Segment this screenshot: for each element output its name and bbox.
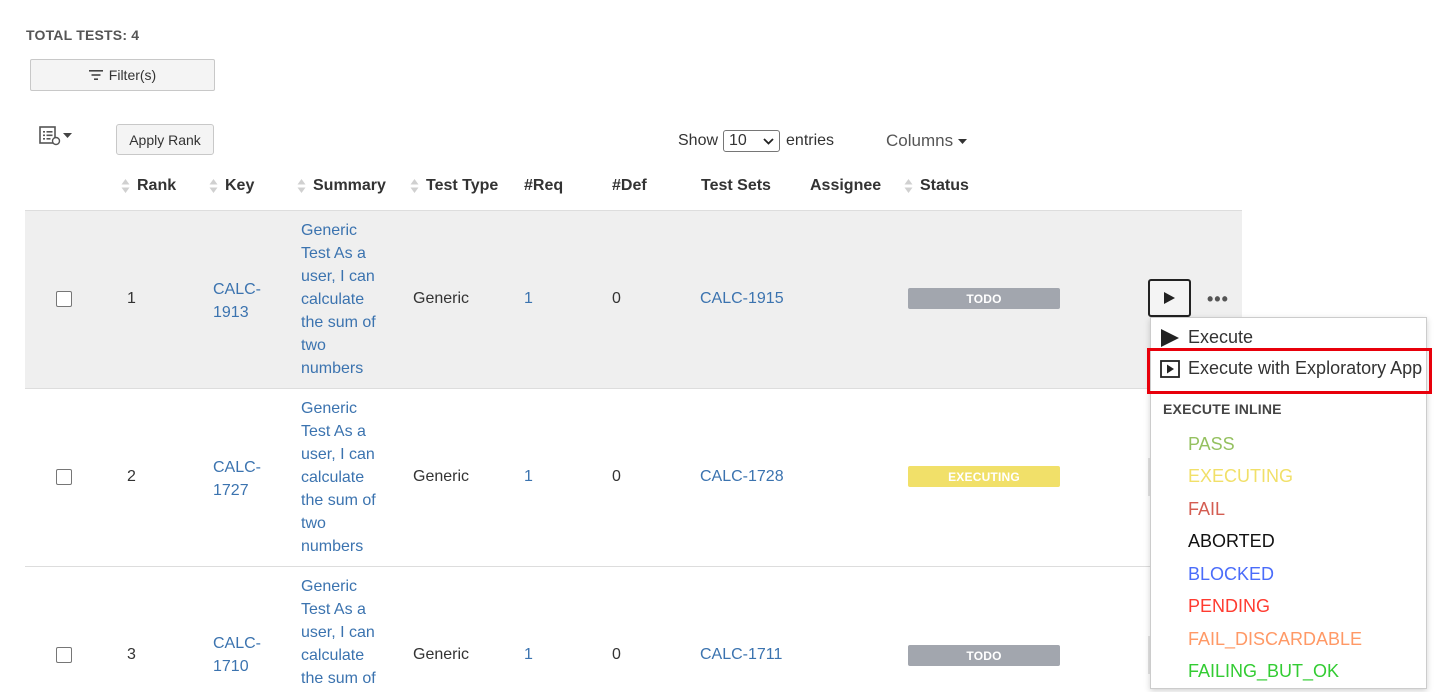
test-set-link[interactable]: CALC-1711 [700,646,782,664]
sort-icon [297,179,306,193]
entries-select[interactable]: 10 [723,130,781,152]
execute-button[interactable] [1148,279,1191,317]
menu-item-execute[interactable]: Execute [1160,327,1253,348]
status-option-failing-but-ok[interactable]: FAILING_BUT_OK [1188,661,1339,682]
summary-link[interactable]: Generic Test As a user, I can calculate the … [301,575,391,690]
column-picker-button[interactable] [39,126,72,146]
play-icon [1161,328,1179,347]
rank-cell: 2 [127,468,136,485]
filter-button[interactable]: Filter(s) [30,59,215,91]
column-header-rank[interactable]: Rank [121,177,176,195]
entries-select-value: 10 [729,132,747,149]
test-type-cell: Generic [413,646,470,663]
status-badge: EXECUTING [908,466,1060,487]
menu-item-execute-label: Execute [1188,327,1254,347]
status-option-blocked[interactable]: BLOCKED [1188,564,1274,585]
summary-link[interactable]: Generic Test As a user, I can calculate the … [301,397,391,558]
entries-label: entries [786,132,835,149]
column-header-label: Test Sets [701,177,771,194]
column-header-test-type[interactable]: Test Type [410,177,498,195]
req-count-link[interactable]: 1 [524,646,533,664]
req-count-link[interactable]: 1 [524,468,533,486]
play-icon [1164,292,1175,304]
column-header-key[interactable]: Key [209,177,254,195]
filter-label: Filter(s) [108,67,157,83]
column-header-status[interactable]: Status [904,177,969,195]
show-label: Show [678,132,719,149]
row-checkbox[interactable] [56,291,72,307]
execute-inline-heading: EXECUTE INLINE [1163,401,1282,417]
test-type-cell: Generic [413,290,470,307]
test-set-link[interactable]: CALC-1915 [700,290,784,308]
row-checkbox[interactable] [56,647,72,663]
columns-label: Columns [886,131,954,150]
test-set-link[interactable]: CALC-1728 [700,468,784,486]
show-entries-control: Show 10 entries [678,130,834,152]
column-header-label: Assignee [810,177,882,194]
column-header-assignee[interactable]: Assignee [810,177,881,195]
test-key-link[interactable]: CALC- 1710 [213,632,261,678]
req-count-link[interactable]: 1 [524,290,533,308]
column-header-label: Test Type [426,177,499,194]
column-header-label: #Req [524,177,564,194]
status-option-pass[interactable]: PASS [1188,434,1235,455]
column-header-summary[interactable]: Summary [297,177,386,195]
sort-icon [121,179,130,193]
column-header-label: #Def [612,177,647,194]
status-option-executing[interactable]: EXECUTING [1188,466,1293,487]
def-count-cell: 0 [612,290,621,307]
filter-icon [88,70,103,80]
rank-cell: 1 [127,290,136,307]
status-option-pending[interactable]: PENDING [1188,596,1270,617]
sort-icon [410,179,419,193]
total-tests-count: TOTAL TESTS: 4 [26,27,140,43]
list-settings-icon [39,126,61,146]
apply-rank-button[interactable]: Apply Rank [116,124,214,155]
table-row[interactable]: 2 CALC- 1727 Generic Test As a user, I can c… [25,389,1242,566]
summary-link[interactable]: Generic Test As a user, I can calculate the … [301,219,391,380]
more-actions-button[interactable]: ••• [1207,289,1229,310]
status-option-fail[interactable]: FAIL [1188,499,1225,520]
sort-icon [904,179,913,193]
column-header-label: Rank [137,177,177,194]
chevron-down-icon [763,137,774,145]
caret-down-icon [958,138,968,144]
status-option-label: PENDING [1188,596,1271,616]
status-option-label: PASS [1188,434,1235,454]
table-row[interactable]: 1 CALC- 1913 Generic Test As a user, I can c… [25,211,1242,388]
status-option-label: FAIL_DISCARDABLE [1188,629,1363,649]
highlight-annotation-box [1147,348,1432,394]
status-option-label: BLOCKED [1188,564,1275,584]
status-option-label: ABORTED [1188,531,1275,551]
sort-icon [209,179,218,193]
status-badge: TODO [908,288,1060,309]
status-badge: TODO [908,645,1060,666]
column-header-label: Key [225,177,255,194]
def-count-cell: 0 [612,468,621,485]
status-option-aborted[interactable]: ABORTED [1188,531,1275,552]
column-header-label: Status [920,177,969,194]
rank-cell: 3 [127,646,136,663]
status-option-label: FAILING_BUT_OK [1188,661,1340,681]
def-count-cell: 0 [612,646,621,663]
column-header-def[interactable]: #Def [612,177,647,195]
column-header-label: Summary [313,177,386,194]
chevron-down-icon [63,133,72,138]
test-key-link[interactable]: CALC- 1913 [213,278,261,324]
table-row[interactable]: 3 CALC- 1710 Generic Test As a user, I can c… [25,567,1242,692]
status-option-label: FAIL [1188,499,1226,519]
column-header-test-sets[interactable]: Test Sets [701,177,771,195]
columns-dropdown[interactable]: Columns [886,131,968,151]
test-type-cell: Generic [413,468,470,485]
status-option-label: EXECUTING [1188,466,1294,486]
status-option-fail-discardable[interactable]: FAIL_DISCARDABLE [1188,629,1362,650]
column-header-req[interactable]: #Req [524,177,563,195]
row-checkbox[interactable] [56,469,72,485]
test-key-link[interactable]: CALC- 1727 [213,456,261,502]
